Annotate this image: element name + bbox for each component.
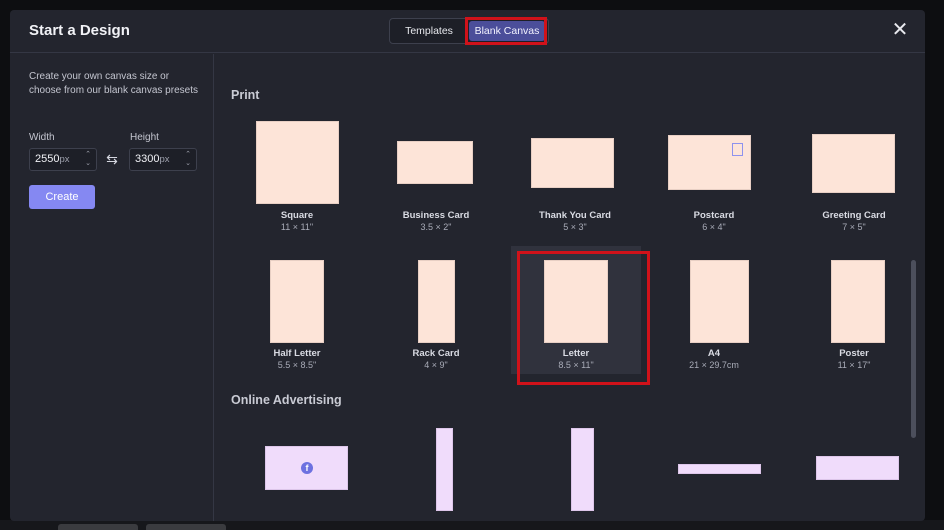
height-field[interactable]: 3300px ⌃ ⌄ [129,148,197,171]
width-field[interactable]: 2550px ⌃ ⌄ [29,148,97,171]
design-mode-toggle: Templates Blank Canvas [389,18,549,44]
preset-thumbnail: f [265,446,348,490]
width-label: Width [29,132,55,143]
preset-card-leaderboard-ad[interactable] [649,420,779,521]
preset-thumbnail [436,428,453,511]
preset-name: Business Card [402,210,470,221]
preset-card-facebook-ad[interactable]: f [232,420,362,521]
preset-card-a4[interactable]: A4 21 × 29.7cm [649,246,779,374]
preset-card-poster[interactable]: Poster 11 × 17" [789,246,919,374]
preset-dimensions: 3.5 × 2" [420,222,452,232]
background-chip [58,524,138,530]
preset-dimensions: 8.5 × 11" [558,360,594,370]
preset-card-skyscraper-ad[interactable] [371,420,501,521]
close-icon[interactable]: ✕ [890,20,910,40]
preset-card-letter[interactable]: Letter 8.5 × 11" [511,246,641,374]
preset-thumbnail [812,134,895,193]
preset-name: Postcard [693,210,735,221]
preset-thumbnail [270,260,324,343]
swap-icon[interactable]: ⇆ [104,151,120,167]
custom-size-description: Create your own canvas size or choose fr… [29,71,198,96]
height-value: 3300px [135,153,170,165]
preset-thumbnail [690,260,749,343]
height-label: Height [130,132,159,143]
width-stepper[interactable]: ⌃ ⌄ [83,150,93,169]
preset-name: Square [280,210,314,221]
preset-card-business-card[interactable]: Business Card 3.5 × 2" [371,108,501,236]
preset-name: A4 [707,348,721,359]
preset-card-half-letter[interactable]: Half Letter 5.5 × 8.5" [232,246,362,374]
start-design-dialog: Start a Design Templates Blank Canvas ✕ … [10,10,925,521]
preset-scrollbar[interactable] [911,260,916,438]
preset-name: Greeting Card [822,210,886,221]
background-chip [146,524,226,530]
tab-templates[interactable]: Templates [394,21,464,41]
preset-thumbnail [256,121,339,204]
facebook-icon: f [301,462,313,474]
preset-thumbnail [668,135,751,190]
custom-size-panel: Create your own canvas size or choose fr… [10,54,214,521]
preset-dimensions: 7 × 5" [842,222,866,232]
create-button[interactable]: Create [29,185,95,209]
preset-name: Letter [562,348,590,359]
section-title-print: Print [231,88,260,102]
preset-card-rack-card[interactable]: Rack Card 4 × 9" [371,246,501,374]
width-value: 2550px [35,153,70,165]
preset-thumbnail [831,260,885,343]
preset-name: Thank You Card [539,210,611,221]
tab-blank-canvas[interactable]: Blank Canvas [469,21,545,41]
preset-thumbnail [397,141,473,184]
preset-dimensions: 5.5 × 8.5" [277,360,317,370]
dialog-title: Start a Design [29,22,130,39]
height-stepper[interactable]: ⌃ ⌄ [183,150,193,169]
preset-card-thank-you-card[interactable]: Thank You Card 5 × 3" [510,108,640,236]
section-title-online-advertising: Online Advertising [231,393,342,407]
preset-card-square[interactable]: Square 11 × 11" [232,108,362,236]
preset-dimensions: 5 × 3" [563,222,587,232]
preset-dimensions: 11 × 17" [837,360,871,370]
preset-card-postcard[interactable]: Postcard 6 × 4" [649,108,779,236]
preset-card-greeting-card[interactable]: Greeting Card 7 × 5" [789,108,919,236]
preset-name: Poster [839,348,869,359]
preset-thumbnail [571,428,594,511]
background-taskbar [0,520,944,530]
preset-card-wide-skyscraper-ad[interactable] [510,420,640,521]
preset-dimensions: 4 × 9" [424,360,448,370]
preset-thumbnail [531,138,614,188]
preset-thumbnail [544,260,608,343]
preset-panel: Print Square 11 × 11" Business Card 3.5 … [215,54,925,521]
preset-thumbnail [816,456,899,480]
preset-card-banner-ad[interactable] [789,420,919,521]
preset-dimensions: 6 × 4" [702,222,726,232]
stamp-icon [732,143,743,156]
preset-dimensions: 21 × 29.7cm [689,360,739,370]
preset-thumbnail [418,260,455,343]
preset-thumbnail [678,464,761,474]
preset-dimensions: 11 × 11" [280,222,314,232]
preset-name: Rack Card [412,348,460,359]
preset-name: Half Letter [273,348,321,359]
dialog-header: Start a Design Templates Blank Canvas ✕ [10,10,925,53]
